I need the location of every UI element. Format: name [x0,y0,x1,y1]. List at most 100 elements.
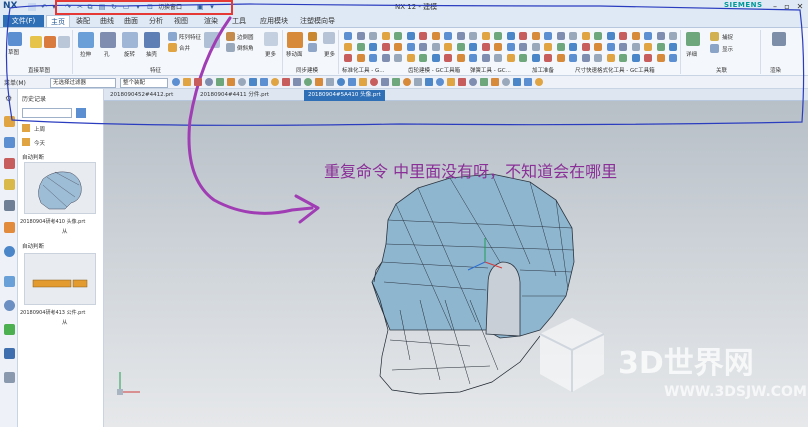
gc-tool-icon[interactable] [431,32,440,40]
gc-tool-icon[interactable] [594,32,602,40]
gc-tool-icon[interactable] [481,54,490,62]
gc-tool-icon[interactable] [469,54,477,62]
gc-tool-icon[interactable] [594,43,602,51]
gc-tool-icon[interactable] [631,43,640,51]
gc-tool-icon[interactable] [406,32,415,40]
selection-tool-icon[interactable] [172,78,180,86]
selection-tool-icon[interactable] [425,78,433,86]
gc-tool-icon[interactable] [369,43,377,51]
gc-tool-icon[interactable] [644,32,652,40]
gc-tool-icon[interactable] [581,54,590,62]
gc-tool-icon[interactable] [356,43,365,51]
selection-tool-icon[interactable] [469,78,477,86]
gc-tool-icon[interactable] [494,43,502,51]
selection-tool-icon[interactable] [436,78,444,86]
gc-tool-icon[interactable] [494,32,502,40]
gc-tool-icon[interactable] [569,54,577,62]
gc-tool-icon[interactable] [606,54,615,62]
gc-tool-icon[interactable] [419,54,427,62]
selection-tool-icon[interactable] [381,78,389,86]
selection-tool-icon[interactable] [480,78,488,86]
gc-tool-icon[interactable] [556,32,565,40]
selection-tool-icon[interactable] [238,78,246,86]
selection-tool-icon[interactable] [392,78,400,86]
selection-tool-icon[interactable] [315,78,323,86]
gc-tool-icon[interactable] [406,43,415,51]
gc-tool-icon[interactable] [556,43,565,51]
gc-tool-icon[interactable] [569,32,577,40]
gc-tool-icon[interactable] [431,43,440,51]
selection-tool-icon[interactable] [491,78,499,86]
gc-tool-icon[interactable] [594,54,602,62]
gc-tool-icon[interactable] [644,43,652,51]
gc-tool-icon[interactable] [506,43,515,51]
selection-tool-icon[interactable] [304,78,312,86]
gc-tool-icon[interactable] [531,32,540,40]
gc-tool-icon[interactable] [631,32,640,40]
gc-tool-icon[interactable] [356,54,365,62]
gc-tool-icon[interactable] [531,54,540,62]
gc-tool-icon[interactable] [456,54,465,62]
selection-tool-icon[interactable] [370,78,378,86]
gc-tool-icon[interactable] [394,32,402,40]
gc-tool-icon[interactable] [381,54,390,62]
selection-tool-icon[interactable] [282,78,290,86]
gc-tool-icon[interactable] [406,54,415,62]
selection-tool-icon[interactable] [249,78,257,86]
gc-tool-icon[interactable] [669,43,677,51]
selection-tool-icon[interactable] [403,78,411,86]
gc-tool-icon[interactable] [456,43,465,51]
gc-tool-icon[interactable] [669,32,677,40]
selection-tool-icon[interactable] [348,78,356,86]
gc-tool-icon[interactable] [606,43,615,51]
gc-tool-icon[interactable] [656,43,665,51]
gc-tool-icon[interactable] [544,32,552,40]
selection-tool-icon[interactable] [216,78,224,86]
gc-tool-icon[interactable] [419,43,427,51]
gc-tool-icon[interactable] [506,32,515,40]
gc-tool-icon[interactable] [369,32,377,40]
gc-tool-icon[interactable] [369,54,377,62]
gc-tool-icon[interactable] [444,54,452,62]
selection-tool-icon[interactable] [227,78,235,86]
gc-tool-icon[interactable] [581,32,590,40]
selection-tool-icon[interactable] [513,78,521,86]
gc-tool-icon[interactable] [344,54,352,62]
selection-tool-icon[interactable] [205,78,213,86]
gc-tool-icon[interactable] [469,43,477,51]
selection-tool-icon[interactable] [502,78,510,86]
gc-tool-icon[interactable] [544,43,552,51]
gc-tool-icon[interactable] [431,54,440,62]
gc-tool-icon[interactable] [644,54,652,62]
gc-tool-icon[interactable] [456,32,465,40]
selection-tool-icon[interactable] [535,78,543,86]
gc-tool-icon[interactable] [506,54,515,62]
gc-tool-icon[interactable] [544,54,552,62]
selection-tool-icon[interactable] [194,78,202,86]
selection-tool-icon[interactable] [260,78,268,86]
selection-tool-icon[interactable] [359,78,367,86]
gc-tool-icon[interactable] [481,32,490,40]
gc-tool-icon[interactable] [519,43,527,51]
gc-tool-icon[interactable] [656,54,665,62]
gc-tool-icon[interactable] [619,32,627,40]
gc-tool-icon[interactable] [444,32,452,40]
gc-tool-icon[interactable] [619,43,627,51]
gc-tool-icon[interactable] [481,43,490,51]
gc-tool-icon[interactable] [519,32,527,40]
selection-tool-icon[interactable] [183,78,191,86]
selection-tool-icon[interactable] [337,78,345,86]
gc-tool-icon[interactable] [344,43,352,51]
selection-tool-icon[interactable] [293,78,301,86]
selection-tool-icon[interactable] [326,78,334,86]
gc-tool-icon[interactable] [619,54,627,62]
gc-tool-icon[interactable] [356,32,365,40]
selection-tool-icon[interactable] [524,78,532,86]
gc-tool-icon[interactable] [344,32,352,40]
selection-tool-icon[interactable] [447,78,455,86]
gc-tool-icon[interactable] [531,43,540,51]
gc-tool-icon[interactable] [419,32,427,40]
gc-tool-icon[interactable] [606,32,615,40]
gc-tool-icon[interactable] [669,54,677,62]
gc-tool-icon[interactable] [556,54,565,62]
